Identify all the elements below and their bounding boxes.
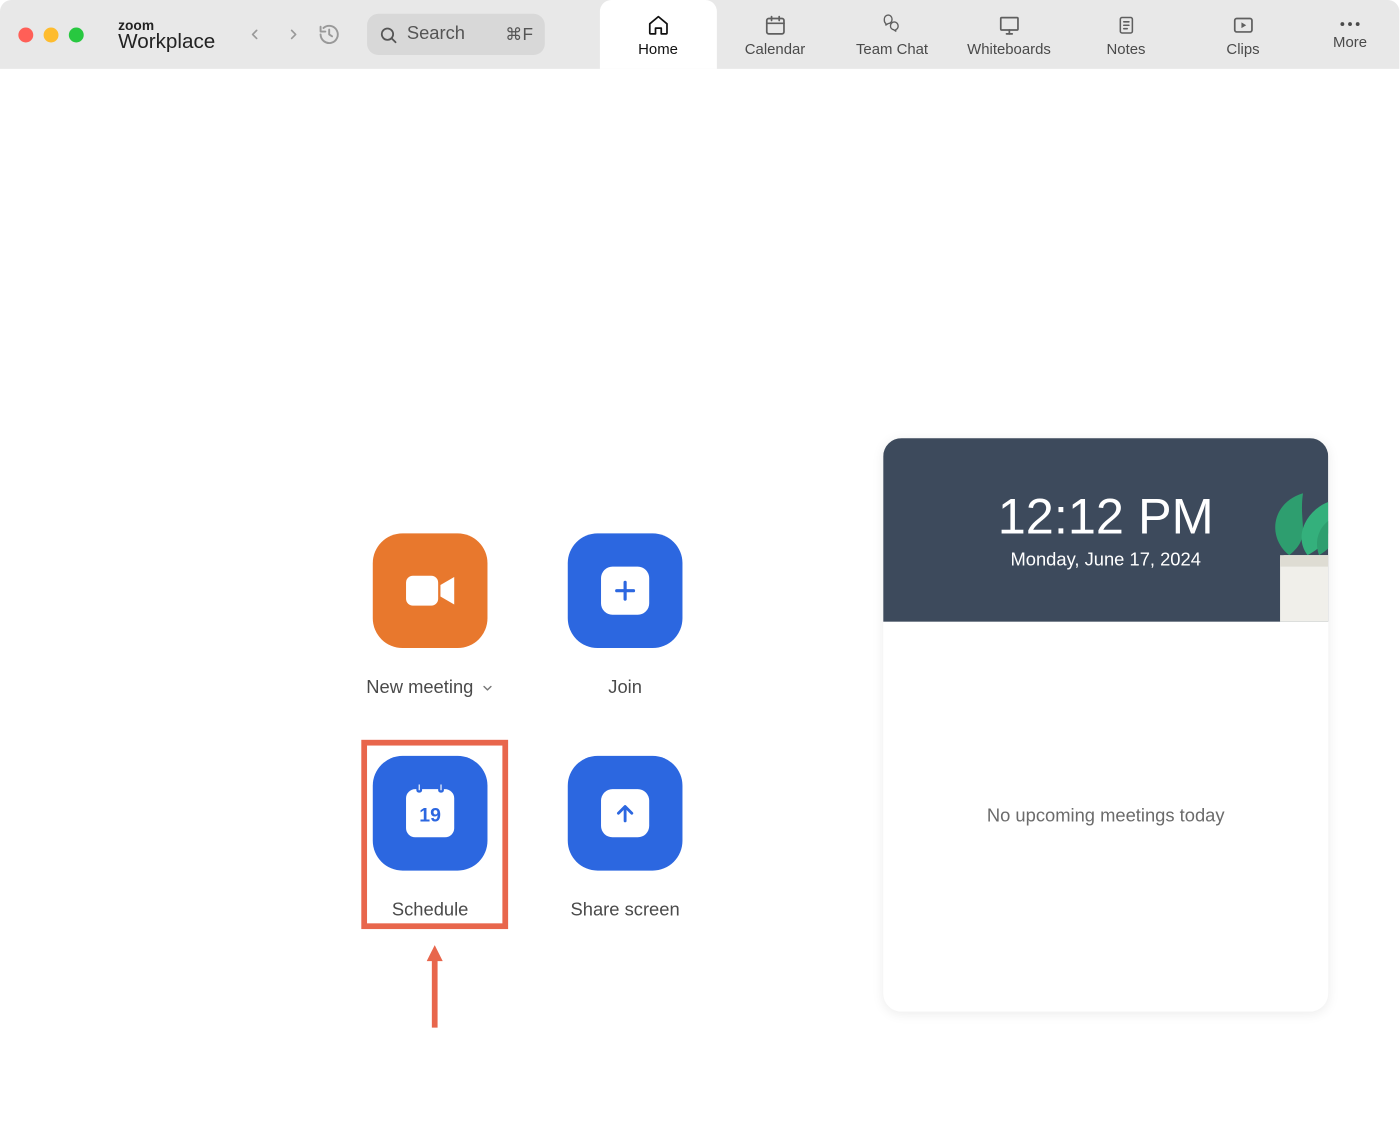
calendar-card-header: 12:12 PM Monday, June 17, 2024 [883,438,1328,622]
main-tabs: Home Calendar Team Chat Whiteboards [600,0,1302,69]
search-icon [378,25,397,44]
whiteboard-icon [996,12,1021,37]
clips-icon [1230,12,1255,37]
calendar-card: 12:12 PM Monday, June 17, 2024 No upcomi… [883,438,1328,1011]
action-label-text: Schedule [392,900,469,921]
search-placeholder: Search [407,24,496,45]
tab-home[interactable]: Home [600,0,717,69]
tab-label: Whiteboards [967,40,1051,57]
clock-date: Monday, June 17, 2024 [1010,551,1200,572]
close-window-button[interactable] [18,27,33,42]
fullscreen-window-button[interactable] [69,27,84,42]
tab-label: Notes [1107,40,1146,57]
schedule-action: 19 Schedule [333,756,528,962]
chevron-left-icon [246,26,262,42]
calendar-empty-state: No upcoming meetings today [987,806,1225,827]
tab-team-chat[interactable]: Team Chat [834,0,951,69]
action-label-text: Join [608,678,642,699]
titlebar: zoom Workplace Search ⌘F [0,0,1399,69]
chevron-down-icon [480,681,494,695]
new-meeting-action: New meeting [333,533,528,739]
action-label-text: Share screen [571,900,680,921]
tab-whiteboards[interactable]: Whiteboards [951,0,1068,69]
search-shortcut: ⌘F [505,24,533,45]
calendar-day-number: 19 [419,804,441,827]
app-brand: zoom Workplace [118,18,215,51]
tab-calendar[interactable]: Calendar [717,0,834,69]
tab-label: Home [638,40,678,57]
tab-label: Calendar [745,40,806,57]
history-button[interactable] [314,19,344,49]
more-label: More [1333,33,1367,50]
history-icon [317,23,340,46]
nav-back-button[interactable] [241,21,269,49]
brand-bottom: Workplace [118,30,215,51]
search-input[interactable]: Search ⌘F [367,14,545,55]
tab-label: Clips [1226,40,1259,57]
video-icon [404,571,457,610]
join-button[interactable] [568,533,683,648]
new-meeting-button[interactable] [373,533,488,648]
share-screen-button[interactable] [568,756,683,871]
notes-icon [1113,12,1138,37]
share-screen-action: Share screen [528,756,723,962]
tab-notes[interactable]: Notes [1068,0,1185,69]
plus-icon [612,578,637,603]
clock-time: 12:12 PM [998,489,1214,546]
chat-icon [879,12,904,37]
join-action: Join [528,533,723,739]
window-controls [18,27,83,42]
tab-label: Team Chat [856,40,928,57]
schedule-button[interactable]: 19 [373,756,488,871]
calendar-icon [762,12,787,37]
minimize-window-button[interactable] [44,27,59,42]
new-meeting-dropdown[interactable]: New meeting [366,678,494,699]
plant-illustration [1209,491,1328,622]
more-icon [1339,18,1362,29]
more-button[interactable]: More [1321,18,1378,50]
nav-forward-button[interactable] [280,21,308,49]
action-label-text: New meeting [366,678,473,699]
tab-clips[interactable]: Clips [1185,0,1302,69]
home-icon [645,12,670,37]
arrow-up-icon [614,802,637,825]
chevron-right-icon [285,26,301,42]
